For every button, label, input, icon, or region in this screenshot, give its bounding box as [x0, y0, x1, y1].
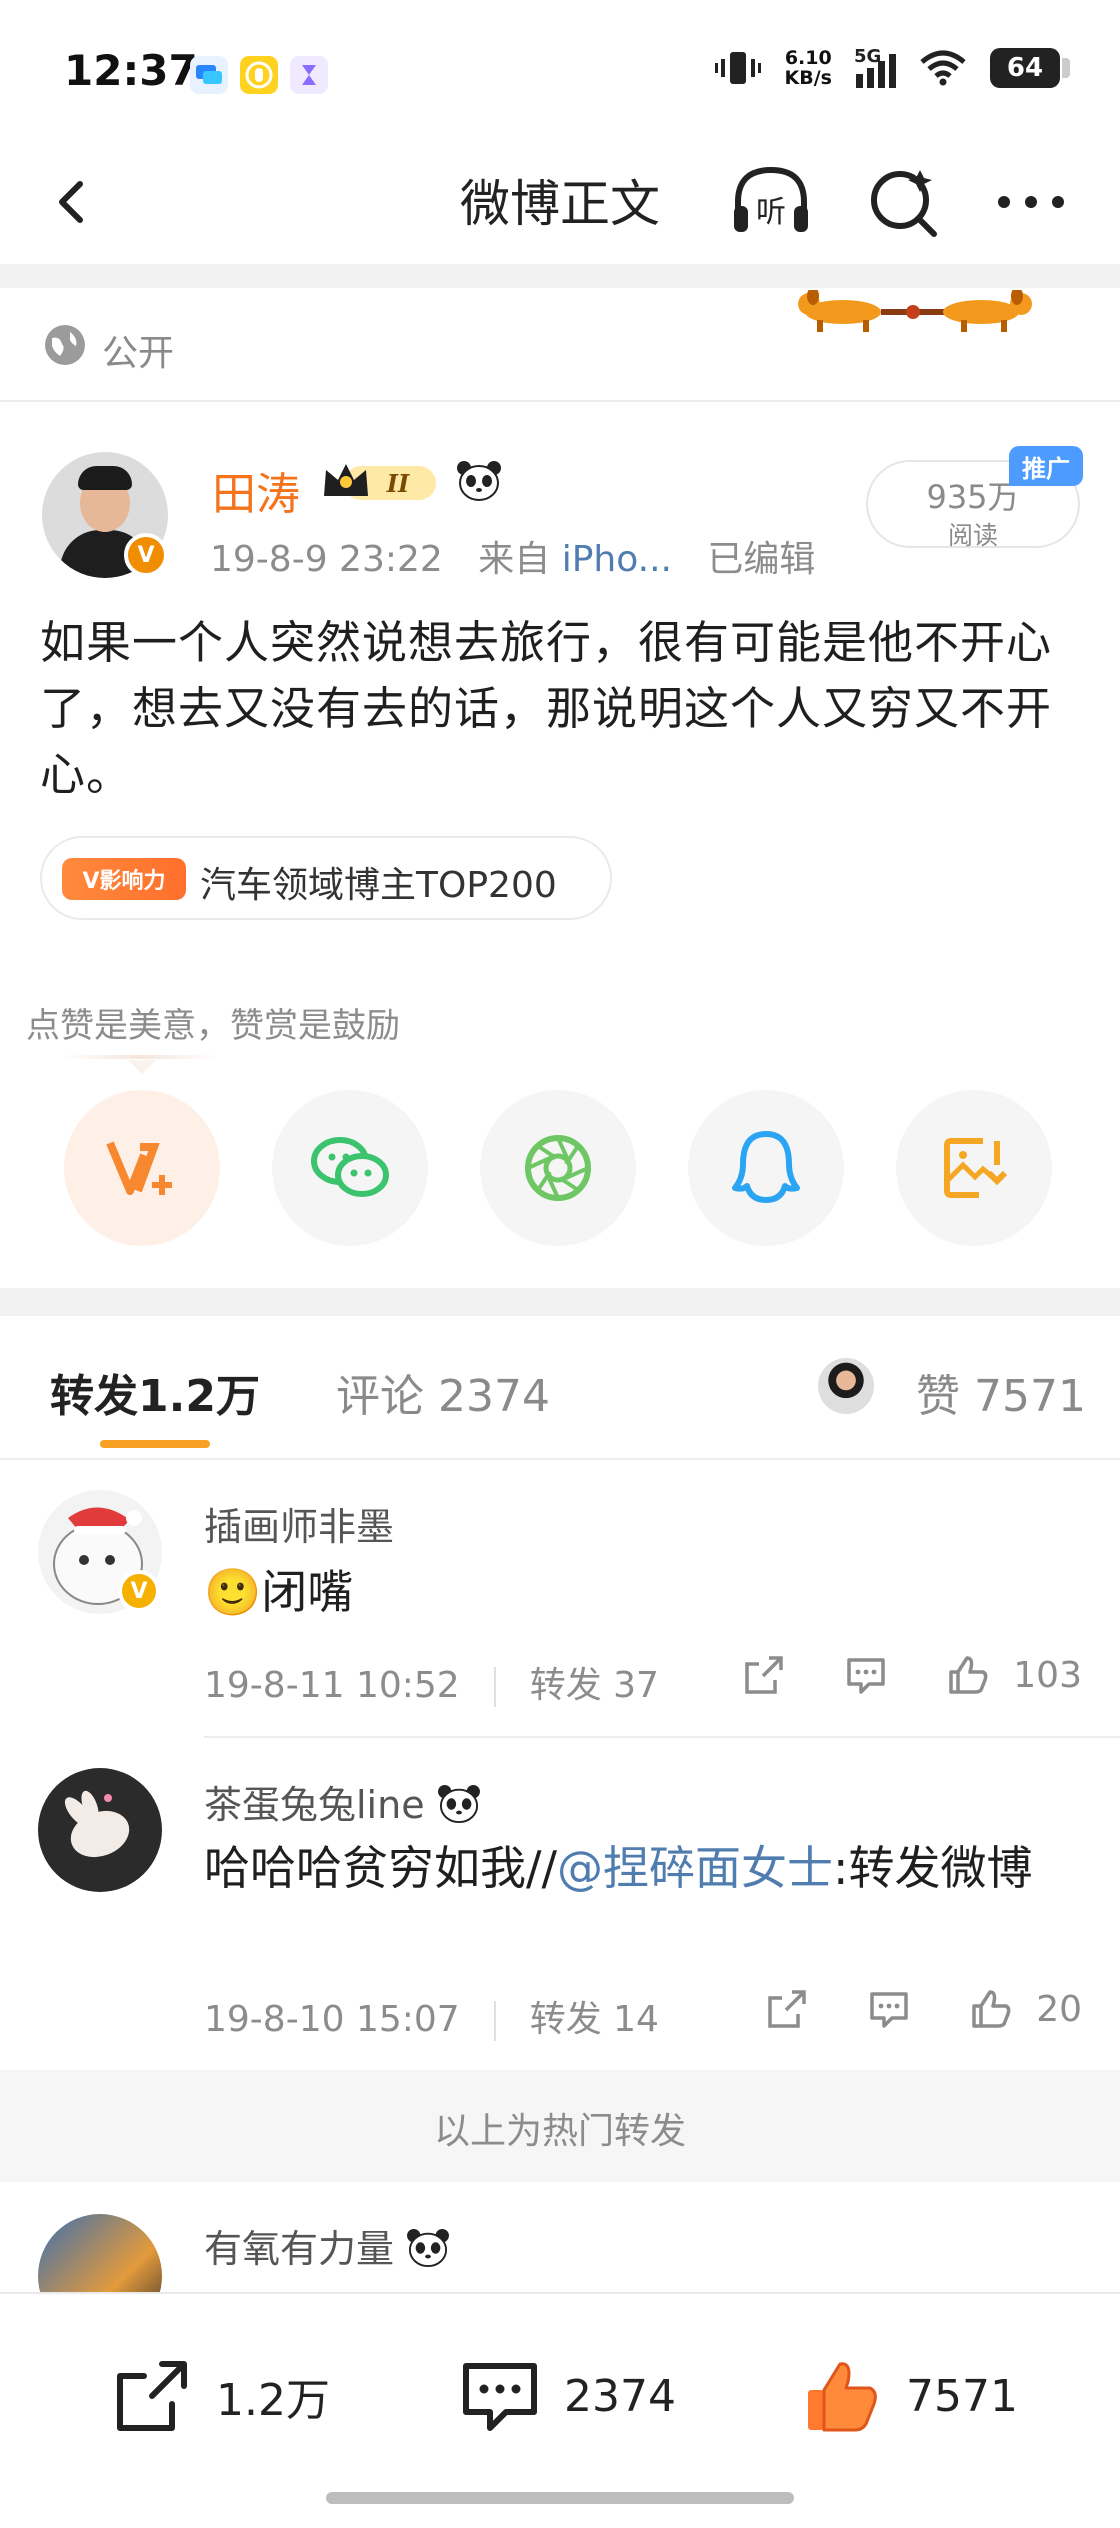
influence-badge: V影响力	[62, 858, 186, 900]
repost-text: 哈哈哈贫穷如我//@捏碎面女士:转发微博	[204, 1841, 1033, 1895]
panda-icon	[437, 1784, 480, 1824]
panda-icon	[457, 461, 501, 501]
bottom-action-bar: 1.2万 2374 7571	[0, 2292, 1120, 2528]
tab-comments[interactable]: 评论 2374	[336, 1360, 550, 1424]
post-meta: 19-8-9 23:22 来自 iPho... 已编辑	[210, 530, 815, 582]
hot-reposts-divider: 以上为热门转发	[0, 2070, 1120, 2182]
vibrate-icon	[714, 52, 761, 84]
reads-label: 阅读	[947, 521, 998, 550]
hot-reposts-label: 以上为热门转发	[433, 2111, 686, 2152]
repost-divider	[204, 1736, 1120, 1738]
comment-icon[interactable]	[843, 1652, 889, 1698]
reward-hint-pointer	[128, 1060, 156, 1074]
status-time: 12:37	[64, 46, 198, 95]
globe-icon	[45, 325, 85, 365]
tab-reposts[interactable]: 转发1.2万	[50, 1360, 260, 1424]
home-indicator[interactable]	[326, 2492, 794, 2504]
net-speed: 6.10 KB/s	[784, 47, 832, 89]
post-edited[interactable]: 已编辑	[707, 539, 815, 580]
status-indicators: 6.10 KB/s 5G 64	[713, 46, 1070, 89]
repost-icon[interactable]	[764, 1986, 810, 2032]
tab-active-underline	[100, 1440, 210, 1448]
reward-hint: 点赞是美意，赞赏是鼓励	[26, 1006, 400, 1046]
more-icon	[998, 196, 1064, 208]
share-wechat-button[interactable]	[272, 1090, 428, 1246]
repost-actions: 103	[741, 1652, 1082, 1698]
save-image-button[interactable]	[896, 1090, 1052, 1246]
repost-actions: 20	[764, 1986, 1082, 2032]
hand-app-icon	[240, 56, 278, 94]
post-source[interactable]: iPho...	[562, 539, 672, 580]
thumbs-up-icon	[808, 2362, 877, 2432]
promo-tag: 推广	[1009, 446, 1083, 486]
visibility-row: 公开	[0, 290, 1120, 402]
like-button[interactable]: 103	[945, 1652, 1082, 1698]
repost-author[interactable]: 有氧有力量	[204, 2218, 450, 2273]
repost-author[interactable]: 茶蛋兔兔line	[204, 1774, 481, 1829]
battery-icon: 64	[990, 48, 1070, 88]
listen-button[interactable]: 听	[726, 156, 816, 246]
post-time: 19-8-9 23:22	[210, 539, 443, 580]
share-moments-button[interactable]	[480, 1090, 636, 1246]
thumbs-up-icon	[949, 1656, 988, 1694]
panda-icon	[407, 2228, 450, 2268]
visibility-label: 公开	[102, 333, 175, 374]
top-nav: 微博正文 听	[0, 140, 1120, 264]
repost-author[interactable]: 插画师非墨	[204, 1496, 394, 1551]
thumbs-up-icon	[972, 1990, 1011, 2028]
repost-icon	[117, 2361, 187, 2431]
repost-avatar[interactable]	[38, 1768, 162, 1892]
reward-hint-underline	[60, 1055, 220, 1059]
influence-pill[interactable]: V影响力 汽车领域博主TOP200	[40, 836, 612, 920]
reward-button[interactable]	[64, 1090, 220, 1246]
svg-text:听: 听	[756, 195, 786, 230]
section-divider	[0, 1288, 1120, 1316]
bottom-comment-button[interactable]: 2374	[458, 2354, 676, 2438]
headphones-icon: 听	[734, 166, 808, 232]
signal-icon: 5G	[854, 46, 896, 88]
comment-icon[interactable]	[866, 1986, 912, 2032]
share-qq-button[interactable]	[688, 1090, 844, 1246]
page-title: 微博正文	[460, 175, 660, 233]
post-source-prefix: 来自	[478, 539, 551, 580]
liker-avatar[interactable]	[818, 1358, 874, 1414]
member-crown-badge-icon[interactable]: II	[320, 458, 442, 506]
wifi-icon	[920, 50, 966, 86]
search-icon	[871, 170, 937, 237]
status-bar: 12:37 6.10 KB/s 5G 64	[0, 0, 1120, 140]
wechat-icon	[311, 1137, 389, 1197]
search-button[interactable]	[858, 156, 948, 246]
tabs-divider	[0, 1458, 1120, 1460]
like-button[interactable]: 20	[968, 1986, 1082, 2032]
post-text: 如果一个人突然说想去旅行，很有可能是他不开心了，想去又没有去的话，那说明这个人又…	[40, 616, 1053, 801]
smile-emoji-icon: 🙂	[204, 1565, 262, 1619]
bottom-like-button[interactable]: 7571	[800, 2354, 1018, 2438]
repost-text: 🙂闭嘴	[204, 1565, 354, 1619]
mention-link[interactable]: @捏碎面女士	[557, 1841, 833, 1895]
svg-text:II: II	[386, 469, 410, 498]
section-divider	[0, 264, 1120, 288]
verified-badge-icon: V	[124, 533, 168, 577]
influence-text: 汽车领域博主TOP200	[200, 865, 557, 906]
bottom-repost-button[interactable]: 1.2万	[110, 2354, 330, 2438]
moments-icon	[525, 1135, 591, 1201]
repost-icon[interactable]	[741, 1652, 787, 1698]
hourglass-app-icon	[290, 56, 328, 94]
comment-icon	[463, 2363, 537, 2431]
save-image-icon	[944, 1138, 1008, 1198]
more-button[interactable]	[986, 156, 1076, 246]
v-plus-icon	[106, 1141, 172, 1195]
verified-badge-icon: V	[118, 1570, 160, 1612]
author-name[interactable]: 田涛	[212, 458, 300, 522]
qq-icon	[732, 1131, 800, 1203]
message-app-icon	[190, 56, 228, 94]
dachshund-decoration-icon	[798, 290, 1032, 332]
tab-likes[interactable]: 赞 7571	[916, 1360, 1086, 1424]
